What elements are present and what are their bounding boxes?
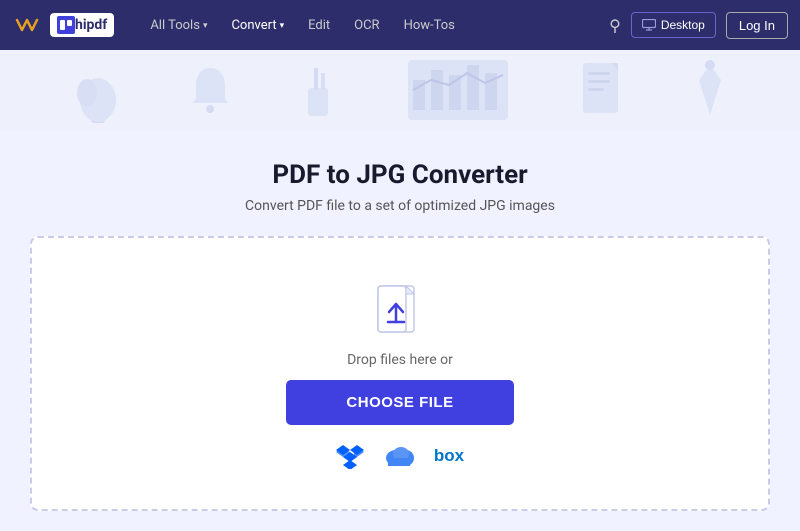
hipdf-logo[interactable]: hipdf: [50, 13, 114, 37]
dropzone: Drop files here or CHOOSE FILE box: [30, 236, 770, 511]
chevron-down-icon: ▾: [203, 21, 208, 31]
chevron-down-icon: ▾: [280, 21, 285, 31]
upload-icon: [374, 278, 426, 340]
nav-right: ⚲ Desktop Log In: [609, 12, 788, 39]
pencil-decoration: [298, 63, 338, 118]
plant-decoration: [73, 55, 123, 125]
hipdf-icon: [57, 16, 75, 34]
login-button[interactable]: Log In: [726, 12, 788, 39]
chart-decoration: [403, 55, 513, 125]
drop-text: Drop files here or: [347, 352, 453, 368]
main-content: PDF to JPG Converter Convert PDF file to…: [0, 130, 800, 531]
box-icon[interactable]: box: [434, 446, 464, 466]
ocr-menu[interactable]: OCR: [344, 12, 389, 39]
desktop-button[interactable]: Desktop: [631, 12, 716, 38]
monitor-icon: [642, 19, 656, 31]
page-subtitle: Convert PDF file to a set of optimized J…: [245, 198, 555, 214]
hero-banner: [0, 50, 800, 130]
hero-decorations: [0, 50, 800, 130]
choose-file-button[interactable]: CHOOSE FILE: [286, 380, 513, 425]
search-icon[interactable]: ⚲: [609, 16, 621, 35]
hipdf-text: hipdf: [75, 17, 107, 33]
convert-menu[interactable]: Convert ▾: [221, 12, 294, 39]
google-drive-icon[interactable]: [384, 444, 414, 468]
cloud-icons: box: [336, 443, 464, 469]
pen-decoration: [693, 60, 728, 120]
doc-decoration: [578, 60, 628, 120]
page-title: PDF to JPG Converter: [272, 160, 527, 190]
wondershare-logo: [12, 10, 42, 40]
bell-decoration: [188, 63, 233, 118]
brand-wrapper: hipdf: [12, 10, 132, 40]
all-tools-menu[interactable]: All Tools ▾: [140, 12, 217, 39]
navbar: hipdf All Tools ▾ Convert ▾ Edit OCR How…: [0, 0, 800, 50]
nav-links: All Tools ▾ Convert ▾ Edit OCR How-Tos: [140, 12, 609, 39]
dropbox-icon[interactable]: [336, 443, 364, 469]
edit-menu[interactable]: Edit: [298, 12, 340, 39]
howtos-menu[interactable]: How-Tos: [394, 12, 465, 39]
